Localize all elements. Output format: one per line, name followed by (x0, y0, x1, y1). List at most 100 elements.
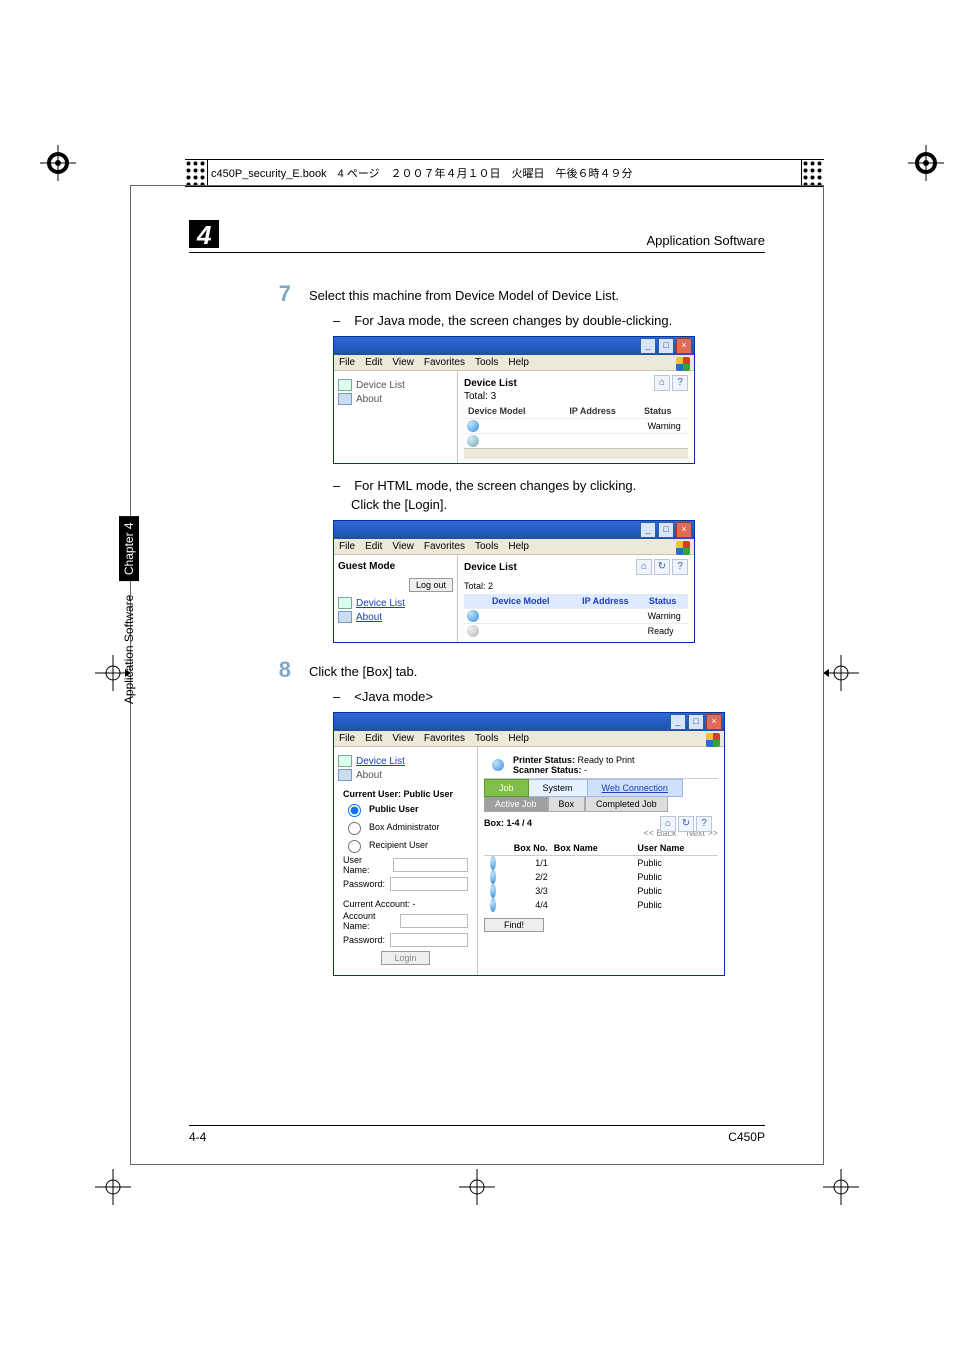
menu-help[interactable]: Help (508, 357, 529, 368)
nav-device-list[interactable]: Device List (338, 379, 453, 391)
registration-mark (908, 145, 944, 181)
subtab-box[interactable]: Box (548, 797, 586, 812)
screenshot-html-device-list: _ □ × File Edit View Favorites Tools Hel… (333, 520, 695, 643)
table-row[interactable]: Warning (464, 418, 688, 433)
status-cell: Warning (644, 419, 688, 433)
nav-device-list[interactable]: Device List (338, 597, 453, 609)
refresh-icon[interactable]: ↻ (654, 559, 670, 575)
menu-tools[interactable]: Tools (475, 357, 498, 368)
info-icon (338, 769, 352, 781)
find-button[interactable]: Find! (484, 918, 544, 932)
accountname-field[interactable] (400, 914, 468, 928)
nav-about[interactable]: About (338, 611, 453, 623)
tab-system[interactable]: System (529, 779, 588, 797)
menu-favorites[interactable]: Favorites (424, 357, 465, 368)
login-button[interactable]: Login (381, 951, 429, 965)
account-password-field[interactable] (390, 933, 468, 947)
col-device-model: Device Model (464, 404, 565, 418)
table-row[interactable] (464, 433, 688, 448)
status-cell: Ready (644, 624, 688, 638)
refresh-icon[interactable]: ↻ (678, 816, 694, 832)
window-titlebar: _ □ × (334, 521, 694, 539)
subtab-active-job[interactable]: Active Job (484, 797, 548, 812)
menu-tools[interactable]: Tools (475, 733, 498, 744)
window-minimize-button[interactable]: _ (640, 338, 656, 354)
tab-job[interactable]: Job (484, 779, 529, 797)
logout-button[interactable]: Log out (409, 578, 453, 592)
col-box-no: Box No. (506, 841, 551, 855)
menu-file[interactable]: File (339, 357, 355, 368)
radio-public-user[interactable] (348, 804, 361, 817)
col-user-name: User Name (634, 841, 718, 855)
radio-recipient[interactable] (348, 840, 361, 853)
nav-device-list[interactable]: Device List (338, 755, 473, 767)
menu-edit[interactable]: Edit (365, 357, 382, 368)
radio-box-admin[interactable] (348, 822, 361, 835)
box-row[interactable]: 1/1Public (484, 856, 718, 870)
menu-favorites[interactable]: Favorites (424, 733, 465, 744)
menu-file[interactable]: File (339, 733, 355, 744)
info-icon (338, 611, 352, 623)
window-minimize-button[interactable]: _ (640, 522, 656, 538)
menu-view[interactable]: View (392, 357, 414, 368)
step-text: Select this machine from Device Model of… (309, 281, 619, 307)
subtab-completed-job[interactable]: Completed Job (585, 797, 668, 812)
password-field[interactable] (390, 877, 468, 891)
menu-edit[interactable]: Edit (365, 541, 382, 552)
step-number: 8 (269, 657, 291, 683)
home-icon[interactable]: ⌂ (636, 559, 652, 575)
col-device-model: Device Model (488, 594, 578, 608)
menu-view[interactable]: View (392, 733, 414, 744)
help-icon[interactable]: ? (672, 559, 688, 575)
tab-web-connection[interactable]: Web Connection (588, 779, 683, 797)
total-count: Total: 3 (464, 391, 688, 402)
step-note: For Java mode, the screen changes by dou… (333, 313, 765, 328)
username-field[interactable] (393, 858, 468, 872)
menu-bar: File Edit View Favorites Tools Help (334, 731, 724, 747)
list-icon (338, 597, 352, 609)
globe-icon (467, 435, 479, 447)
left-nav: Guest Mode Log out Device List About (334, 555, 458, 642)
table-row[interactable]: Ready (464, 623, 688, 638)
side-tab-chapter: Chapter 4 (119, 516, 139, 581)
box-row[interactable]: 4/4Public (484, 898, 718, 912)
col-status: Status (640, 404, 688, 418)
menu-tools[interactable]: Tools (475, 541, 498, 552)
window-close-button[interactable]: × (706, 714, 722, 730)
menu-favorites[interactable]: Favorites (424, 541, 465, 552)
box-row[interactable]: 2/2Public (484, 870, 718, 884)
help-icon[interactable]: ? (696, 816, 712, 832)
box-icon (490, 884, 496, 898)
menu-view[interactable]: View (392, 541, 414, 552)
col-box-name: Box Name (551, 841, 635, 855)
home-icon[interactable]: ⌂ (660, 816, 676, 832)
info-icon (338, 393, 352, 405)
menu-file[interactable]: File (339, 541, 355, 552)
current-account-label: Current Account: - (343, 899, 468, 909)
col-ip-address: IP Address (565, 404, 640, 418)
window-maximize-button[interactable]: □ (658, 522, 674, 538)
help-icon[interactable]: ? (672, 375, 688, 391)
window-maximize-button[interactable]: □ (688, 714, 704, 730)
window-close-button[interactable]: × (676, 522, 692, 538)
nav-about[interactable]: About (338, 769, 473, 781)
registration-mark (823, 1169, 859, 1205)
scrollbar[interactable] (464, 448, 688, 459)
menu-edit[interactable]: Edit (365, 733, 382, 744)
status-cell: Warning (644, 609, 688, 623)
nav-about[interactable]: About (338, 393, 453, 405)
box-row[interactable]: 3/3Public (484, 884, 718, 898)
registration-mark (40, 145, 76, 181)
menu-help[interactable]: Help (508, 541, 529, 552)
globe-icon (467, 420, 479, 432)
table-row[interactable]: Warning (464, 608, 688, 623)
window-maximize-button[interactable]: □ (658, 338, 674, 354)
windows-flag-icon (676, 541, 690, 555)
home-icon[interactable]: ⌂ (654, 375, 670, 391)
printer-status-value: Ready to Print (578, 755, 635, 765)
window-minimize-button[interactable]: _ (670, 714, 686, 730)
side-tab-title: Application Software (122, 595, 136, 704)
col-status: Status (645, 594, 688, 608)
menu-help[interactable]: Help (508, 733, 529, 744)
window-close-button[interactable]: × (676, 338, 692, 354)
